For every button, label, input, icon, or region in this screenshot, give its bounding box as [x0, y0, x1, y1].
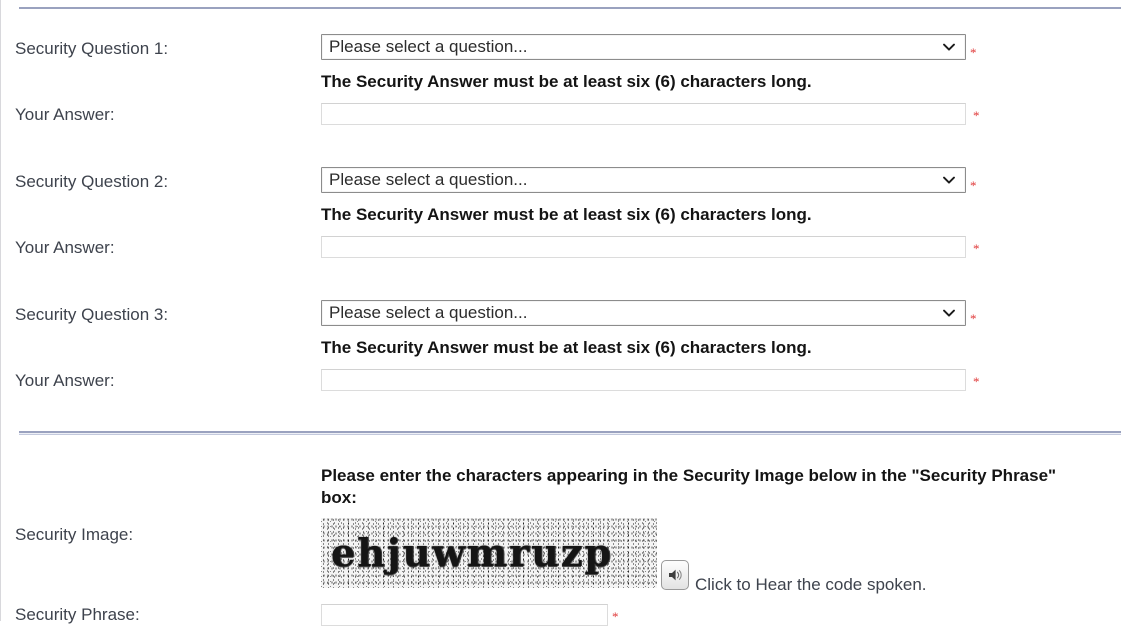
- your-answer-3-required-marker: *: [973, 374, 980, 389]
- security-phrase-required-marker: *: [612, 609, 619, 624]
- security-phrase-field-wrap: [321, 604, 608, 626]
- security-phrase-input[interactable]: [321, 604, 608, 626]
- chevron-down-icon: [942, 306, 956, 320]
- your-answer-1-label: Your Answer:: [15, 105, 115, 124]
- security-question-3-required-marker: *: [970, 311, 977, 326]
- security-answer-note-1: The Security Answer must be at least six…: [321, 72, 812, 91]
- security-image-text: ehjuwmruzp: [331, 530, 613, 575]
- your-answer-2-label: Your Answer:: [15, 238, 115, 257]
- security-question-1-select-value: Please select a question...: [329, 37, 528, 56]
- security-question-2-row: Security Question 2: Please select a que…: [1, 167, 1121, 197]
- your-answer-1-row: Your Answer: *: [1, 100, 1121, 130]
- security-question-1-select[interactable]: Please select a question...: [321, 34, 966, 60]
- your-answer-2-required-marker: *: [973, 241, 980, 256]
- your-answer-1-required-marker: *: [973, 108, 980, 123]
- your-answer-3-label: Your Answer:: [15, 371, 115, 390]
- security-questions-form: Security Question 1: Please select a que…: [0, 0, 1121, 626]
- security-question-2-select[interactable]: Please select a question...: [321, 167, 966, 193]
- security-phrase-label: Security Phrase:: [15, 605, 140, 624]
- chevron-down-icon: [942, 173, 956, 187]
- your-answer-3-input[interactable]: [321, 369, 966, 391]
- security-question-1-required-marker: *: [970, 45, 977, 60]
- security-question-3-select[interactable]: Please select a question...: [321, 300, 966, 326]
- play-audio-captcha-button[interactable]: [661, 560, 689, 590]
- security-answer-note-3: The Security Answer must be at least six…: [321, 338, 812, 357]
- your-answer-1-input[interactable]: [321, 103, 966, 125]
- security-question-3-row: Security Question 3: Please select a que…: [1, 300, 1121, 330]
- security-question-2-select-value: Please select a question...: [329, 170, 528, 189]
- captcha-instruction: Please enter the characters appearing in…: [321, 466, 1057, 507]
- your-answer-2-input[interactable]: [321, 236, 966, 258]
- your-answer-3-row: Your Answer: *: [1, 366, 1121, 396]
- security-answer-note-2: The Security Answer must be at least six…: [321, 205, 812, 224]
- security-question-1-row: Security Question 1: Please select a que…: [1, 34, 1121, 64]
- security-question-1-label: Security Question 1:: [15, 39, 169, 58]
- top-divider: [19, 7, 1121, 9]
- audio-captcha-caption: Click to Hear the code spoken.: [695, 575, 927, 594]
- security-question-3-label: Security Question 3:: [15, 305, 169, 324]
- security-image: ehjuwmruzp: [321, 518, 657, 588]
- security-image-label: Security Image:: [15, 525, 134, 544]
- security-question-3-select-value: Please select a question...: [329, 303, 528, 322]
- chevron-down-icon: [942, 40, 956, 54]
- security-question-2-required-marker: *: [970, 178, 977, 193]
- security-question-2-label: Security Question 2:: [15, 172, 169, 191]
- section-divider: [19, 431, 1121, 435]
- your-answer-2-row: Your Answer: *: [1, 233, 1121, 263]
- speaker-icon: [666, 566, 684, 584]
